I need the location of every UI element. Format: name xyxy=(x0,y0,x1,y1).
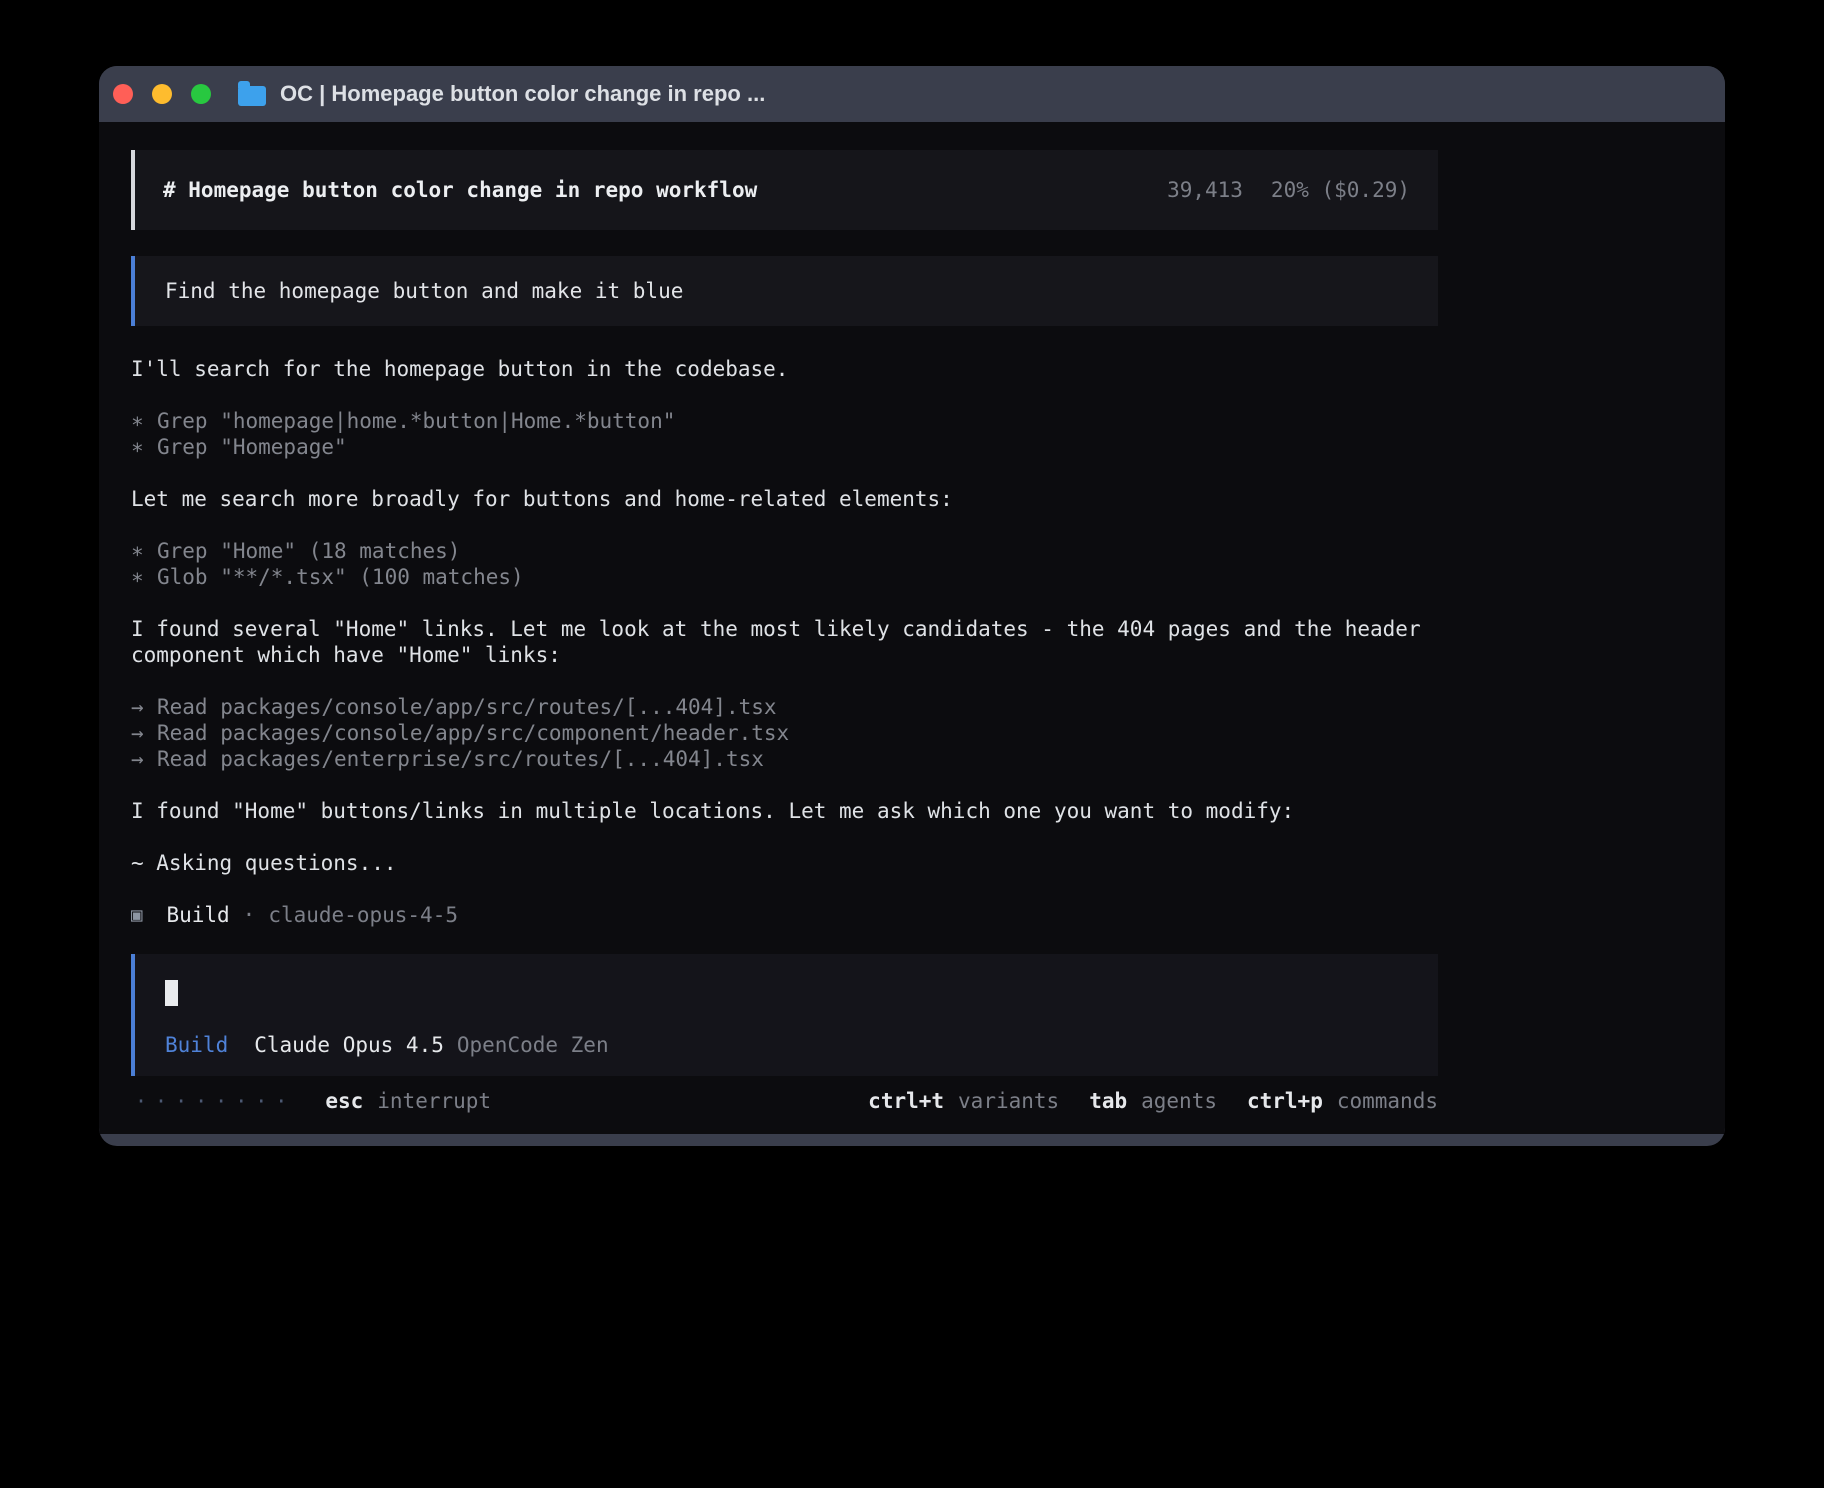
assistant-paragraph: I found "Home" buttons/links in multiple… xyxy=(131,798,1438,824)
tool-call-read: → Read packages/enterprise/src/routes/[.… xyxy=(131,746,1438,772)
shortcut-hints: ctrl+t variants tab agents ctrl+p comman… xyxy=(868,1088,1438,1114)
esc-key: esc xyxy=(325,1088,363,1114)
user-message-text: Find the homepage button and make it blu… xyxy=(165,279,683,303)
tool-call-text: Read packages/console/app/src/component/… xyxy=(157,720,789,746)
shortcut-commands: ctrl+p commands xyxy=(1247,1088,1438,1114)
prompt-input[interactable]: Build Claude Opus 4.5 OpenCode Zen xyxy=(131,954,1438,1076)
tool-call-read: → Read packages/console/app/src/componen… xyxy=(131,720,1438,746)
session-stats: 39,413 20% ($0.29) xyxy=(1167,177,1410,203)
separator-dot: · xyxy=(243,902,256,928)
agent-attribution: ▣ Build · claude-opus-4-5 xyxy=(131,902,1438,928)
tab-key: tab xyxy=(1089,1088,1127,1114)
tool-call-read: → Read packages/console/app/src/routes/[… xyxy=(131,694,1438,720)
tool-marker-icon: ∗ xyxy=(131,434,157,460)
tool-marker-icon: ∗ xyxy=(131,564,157,590)
tool-call-group: ∗ Grep "Home" (18 matches) ∗ Glob "**/*.… xyxy=(131,538,1438,590)
arrow-icon: → xyxy=(131,746,157,772)
ctrl-t-key: ctrl+t xyxy=(868,1088,944,1114)
agent-model: claude-opus-4-5 xyxy=(268,902,458,928)
desktop-background: OC | Homepage button color change in rep… xyxy=(0,0,1824,1488)
user-message: Find the homepage button and make it blu… xyxy=(131,256,1438,326)
traffic-lights xyxy=(113,84,211,104)
titlebar[interactable]: OC | Homepage button color change in rep… xyxy=(99,66,1725,122)
agent-name: Build xyxy=(166,902,229,928)
interrupt-hint: esc interrupt xyxy=(325,1088,491,1114)
tool-call-glob: ∗ Glob "**/*.tsx" (100 matches) xyxy=(131,564,1438,590)
model-label[interactable]: Claude Opus 4.5 xyxy=(254,1032,444,1058)
tool-marker-icon: ∗ xyxy=(131,538,157,564)
arrow-icon: → xyxy=(131,694,157,720)
tool-call-text: Grep "Homepage" xyxy=(157,434,347,460)
minimize-button[interactable] xyxy=(152,84,172,104)
provider-label: OpenCode Zen xyxy=(457,1032,609,1058)
agent-badge-icon: ▣ xyxy=(131,902,142,928)
text-cursor xyxy=(165,980,178,1006)
assistant-paragraph: I found several "Home" links. Let me loo… xyxy=(131,616,1438,668)
folder-icon xyxy=(238,86,266,106)
close-button[interactable] xyxy=(113,84,133,104)
session-header: # Homepage button color change in repo w… xyxy=(131,150,1438,230)
input-footer: Build Claude Opus 4.5 OpenCode Zen xyxy=(165,1032,1408,1058)
ctrl-p-key: ctrl+p xyxy=(1247,1088,1323,1114)
mode-label[interactable]: Build xyxy=(165,1032,228,1058)
tool-call-group: → Read packages/console/app/src/routes/[… xyxy=(131,694,1438,772)
status-bar: ········ esc interrupt ctrl+t variants t… xyxy=(131,1088,1438,1114)
tool-call-text: Glob "**/*.tsx" (100 matches) xyxy=(157,564,524,590)
context-cost: 20% ($0.29) xyxy=(1271,177,1410,203)
tool-marker-icon: ∗ xyxy=(131,408,157,434)
token-count: 39,413 xyxy=(1167,177,1243,203)
shortcut-variants: ctrl+t variants xyxy=(868,1088,1059,1114)
shortcut-agents: tab agents xyxy=(1089,1088,1217,1114)
tool-call-text: Read packages/enterprise/src/routes/[...… xyxy=(157,746,764,772)
assistant-paragraph: I'll search for the homepage button in t… xyxy=(131,356,1438,382)
title-group: OC | Homepage button color change in rep… xyxy=(238,81,765,107)
tool-call-text: Read packages/console/app/src/routes/[..… xyxy=(157,694,777,720)
content-column: # Homepage button color change in repo w… xyxy=(131,150,1438,1114)
terminal-window: OC | Homepage button color change in rep… xyxy=(99,66,1725,1146)
window-title: OC | Homepage button color change in rep… xyxy=(280,81,765,107)
tool-call-grep: ∗ Grep "homepage|home.*button|Home.*butt… xyxy=(131,408,1438,434)
assistant-paragraph: Let me search more broadly for buttons a… xyxy=(131,486,1438,512)
zoom-button[interactable] xyxy=(191,84,211,104)
tool-call-text: Grep "homepage|home.*button|Home.*button… xyxy=(157,408,675,434)
tool-call-group: ∗ Grep "homepage|home.*button|Home.*butt… xyxy=(131,408,1438,460)
tool-call-grep: ∗ Grep "Home" (18 matches) xyxy=(131,538,1438,564)
tool-call-text: Grep "Home" (18 matches) xyxy=(157,538,460,564)
spinner-dots-icon: ········ xyxy=(135,1088,295,1114)
terminal-body: # Homepage button color change in repo w… xyxy=(99,122,1725,1134)
asking-questions-status: ~ Asking questions... xyxy=(131,850,1438,876)
arrow-icon: → xyxy=(131,720,157,746)
tool-call-grep: ∗ Grep "Homepage" xyxy=(131,434,1438,460)
session-title: # Homepage button color change in repo w… xyxy=(163,177,757,203)
